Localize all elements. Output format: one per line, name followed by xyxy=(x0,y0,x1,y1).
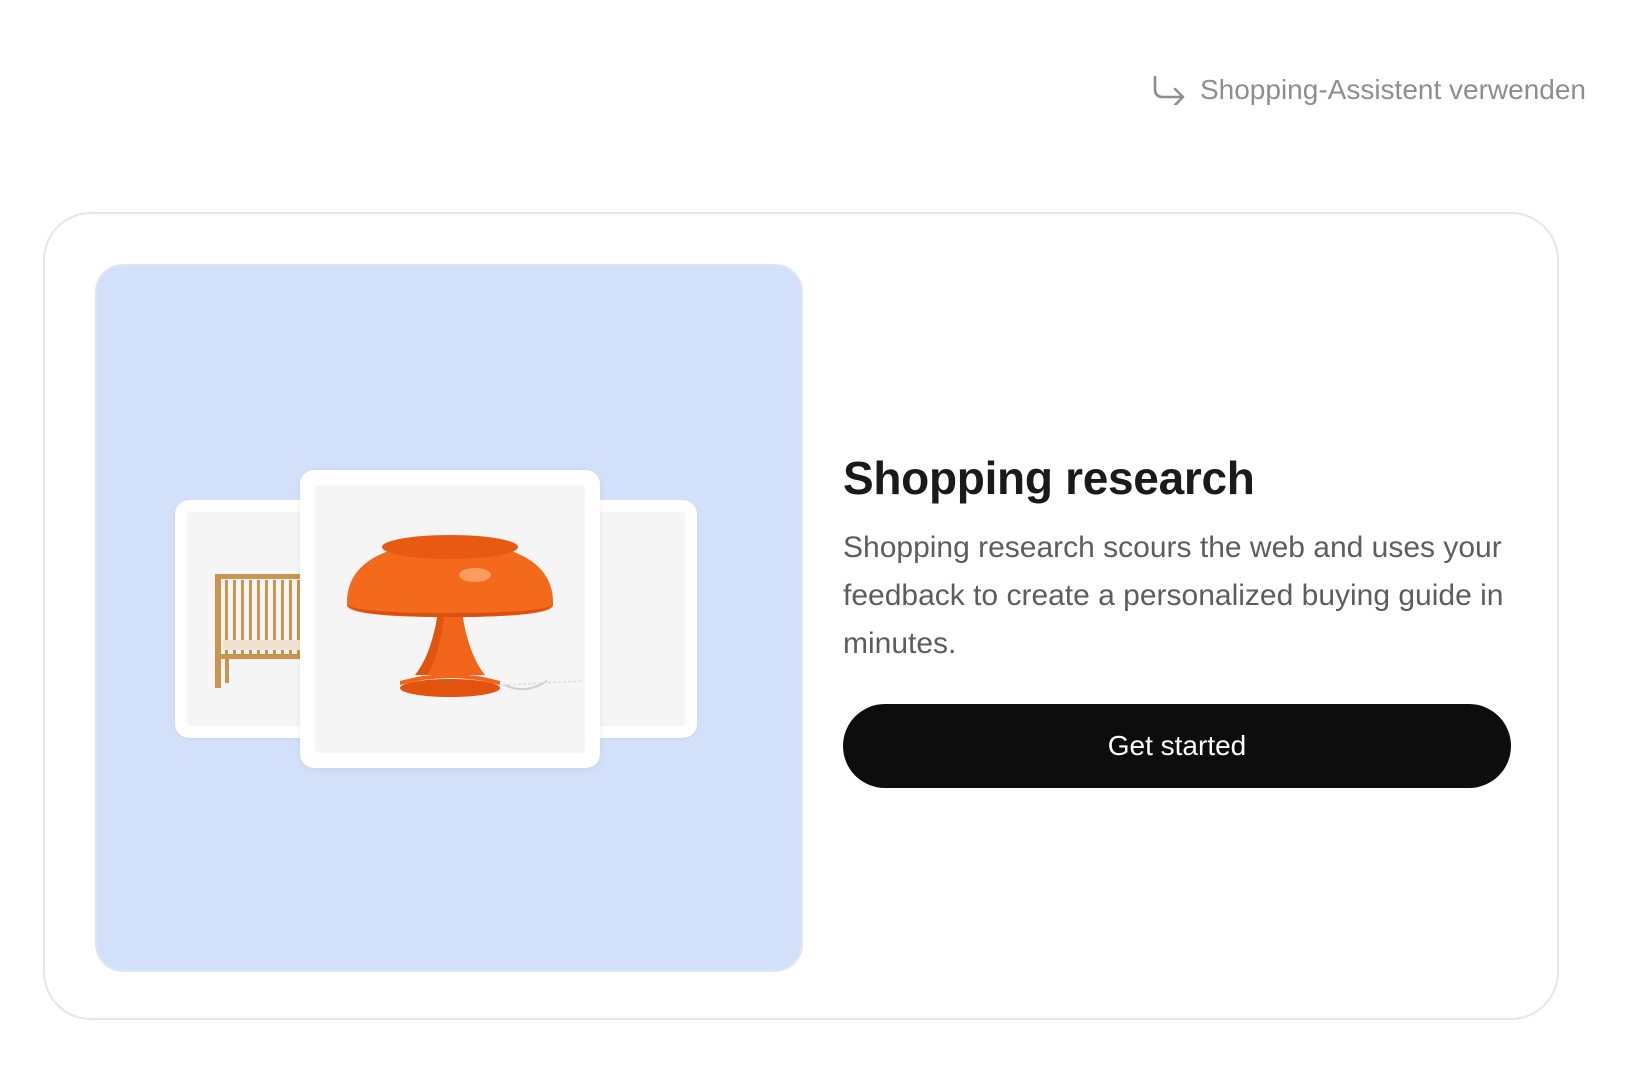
hero-illustration xyxy=(95,264,803,972)
card-title: Shopping research xyxy=(843,452,1255,504)
card-description: Shopping research scours the web and use… xyxy=(843,531,1504,660)
arrow-turn-right-icon xyxy=(1152,75,1186,105)
lamp-image xyxy=(315,485,585,753)
shopping-assistant-label: Shopping-Assistent verwenden xyxy=(1199,74,1586,105)
product-card-lamp xyxy=(300,470,600,768)
shopping-assistant-link[interactable]: Shopping-Assistent verwenden xyxy=(1152,74,1586,106)
page: Shopping-Assistent verwenden Shopping re… xyxy=(0,0,1644,1080)
get-started-button[interactable]: Get started xyxy=(843,704,1511,788)
shopping-research-card: Shopping research Shopping research scou… xyxy=(43,212,1559,1020)
card-text: Shopping research Shopping research scou… xyxy=(843,450,1515,668)
